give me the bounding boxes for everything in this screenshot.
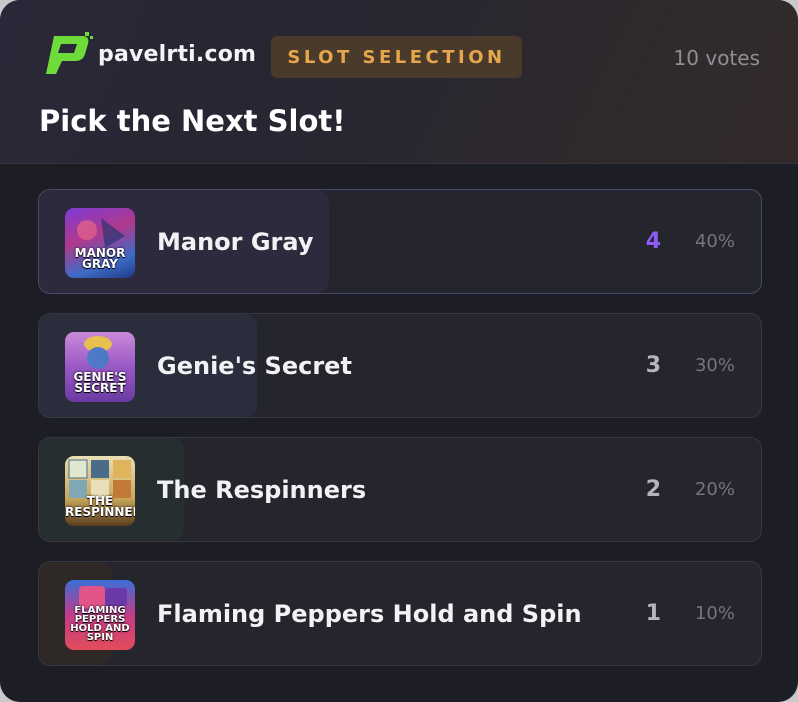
option-vote-count: 2 <box>645 477 661 502</box>
option-vote-count: 1 <box>645 601 661 626</box>
pavelrti-logo-icon <box>46 32 93 74</box>
option-percent: 40% <box>694 231 735 252</box>
poll-option[interactable]: THE RESPINNERS The Respinners 2 20% <box>38 437 762 542</box>
poll-options: MANOR GRAY Manor Gray 4 40% GENIE'S SECR… <box>38 189 762 666</box>
slot-thumbnail: FLAMING PEPPERS HOLD AND SPIN <box>65 580 135 650</box>
option-vote-count: 3 <box>645 353 661 378</box>
thumbnail-caption: THE RESPINNERS <box>65 494 135 519</box>
option-name: Genie's Secret <box>157 351 352 380</box>
option-percent: 20% <box>694 479 735 500</box>
poll-title: Pick the Next Slot! <box>39 104 346 138</box>
slot-thumbnail: MANOR GRAY <box>65 208 135 278</box>
brand: pavelrti.com <box>40 30 256 78</box>
slot-thumbnail: GENIE'S SECRET <box>65 332 135 402</box>
option-name: Manor Gray <box>157 227 314 256</box>
thumbnail-caption: GENIE'S SECRET <box>73 370 127 395</box>
slot-thumbnail: THE RESPINNERS <box>65 456 135 526</box>
option-percent: 10% <box>694 603 735 624</box>
poll-option[interactable]: GENIE'S SECRET Genie's Secret 3 30% <box>38 313 762 418</box>
poll-option[interactable]: FLAMING PEPPERS HOLD AND SPIN Flaming Pe… <box>38 561 762 666</box>
thumbnail-caption: MANOR GRAY <box>74 246 126 271</box>
thumbnail-caption: FLAMING PEPPERS HOLD AND SPIN <box>70 605 130 643</box>
option-percent: 30% <box>694 355 735 376</box>
option-name: The Respinners <box>157 475 367 504</box>
poll-option[interactable]: MANOR GRAY Manor Gray 4 40% <box>38 189 762 294</box>
poll-card: pavelrti.com SLOT SELECTION 10 votes Pic… <box>0 0 798 702</box>
option-vote-count: 4 <box>645 229 661 254</box>
option-name: Flaming Peppers Hold and Spin <box>157 599 582 628</box>
total-votes: 10 votes <box>673 46 760 70</box>
poll-header: pavelrti.com SLOT SELECTION 10 votes Pic… <box>0 0 798 164</box>
slot-selection-badge: SLOT SELECTION <box>271 36 522 78</box>
brand-name: pavelrti.com <box>98 41 257 67</box>
